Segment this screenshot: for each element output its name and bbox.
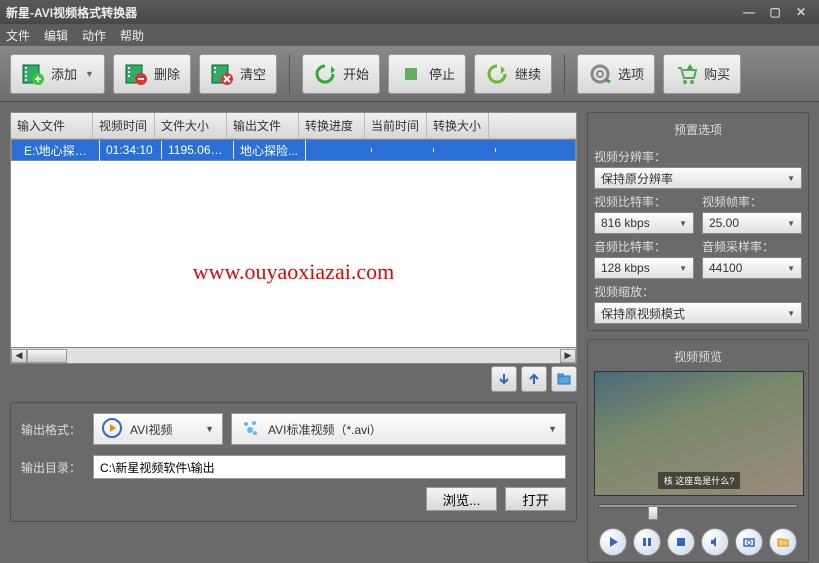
output-dir-label: 输出目录：: [21, 459, 85, 476]
scroll-thumb[interactable]: [27, 349, 67, 363]
col-fsize[interactable]: 文件大小: [155, 113, 227, 138]
preset-title: 预置选项: [594, 119, 802, 144]
col-output[interactable]: 输出文件: [227, 113, 299, 138]
scroll-right-icon[interactable]: ▶: [560, 349, 576, 363]
refresh-icon: [313, 62, 337, 86]
chevron-down-icon: ▼: [205, 424, 214, 434]
preview-slider[interactable]: [598, 504, 798, 520]
menu-edit[interactable]: 编辑: [44, 27, 68, 44]
stop-button[interactable]: 停止: [388, 54, 466, 94]
film-delete-icon: [124, 62, 148, 86]
options-label: 选项: [618, 64, 644, 83]
col-ctime[interactable]: 当前时间: [365, 113, 427, 138]
menubar: 文件 编辑 动作 帮助: [0, 24, 819, 46]
asample-select[interactable]: 44100▼: [702, 257, 802, 279]
stop-preview-button[interactable]: [667, 528, 695, 556]
output-format-select[interactable]: AVI视频 ▼: [93, 413, 223, 445]
abitrate-label: 音频比特率：: [594, 238, 694, 255]
col-progress[interactable]: 转换进度: [299, 113, 365, 138]
grid-hscroll[interactable]: ◀ ▶: [10, 348, 577, 364]
app-title: 新星-AVI视频格式转换器: [6, 4, 137, 21]
asample-label: 音频采样率：: [702, 238, 802, 255]
grid-header: 输入文件 视频时间 文件大小 输出文件 转换进度 当前时间 转换大小: [11, 113, 576, 139]
delete-label: 删除: [154, 64, 180, 83]
clear-label: 清空: [240, 64, 266, 83]
options-button[interactable]: 选项: [577, 54, 655, 94]
col-vtime[interactable]: 视频时间: [93, 113, 155, 138]
start-label: 开始: [343, 64, 369, 83]
play-icon: [102, 418, 122, 441]
col-csize[interactable]: 转换大小: [427, 113, 489, 138]
stop-label: 停止: [429, 64, 455, 83]
scroll-left-icon[interactable]: ◀: [11, 349, 27, 363]
chevron-down-icon: ▼: [548, 424, 557, 434]
fps-label: 视频帧率：: [702, 193, 802, 210]
preset-panel: 预置选项 视频分辨率： 保持原分辨率▼ 视频比特率： 816 kbps▼ 视频帧…: [587, 112, 809, 331]
menu-action[interactable]: 动作: [82, 27, 106, 44]
buy-label: 购买: [704, 64, 730, 83]
start-button[interactable]: 开始: [302, 54, 380, 94]
buy-button[interactable]: 购买: [663, 54, 741, 94]
vbitrate-select[interactable]: 816 kbps▼: [594, 212, 694, 234]
continue-icon: [485, 62, 509, 86]
continue-button[interactable]: 继续: [474, 54, 552, 94]
output-dir-input[interactable]: [93, 455, 566, 479]
cart-icon: [674, 62, 698, 86]
preview-title: 视频预览: [594, 346, 802, 371]
fps-select[interactable]: 25.00▼: [702, 212, 802, 234]
film-clear-icon: [210, 62, 234, 86]
snapshot-button[interactable]: [735, 528, 763, 556]
film-add-icon: [21, 62, 45, 86]
sparkle-icon: [240, 418, 260, 441]
continue-label: 继续: [515, 64, 541, 83]
subtitle-text: 核 这座岛是什么?: [658, 472, 741, 489]
move-down-button[interactable]: [491, 366, 517, 392]
watermark: www.ouyaoxiazai.com: [193, 259, 394, 285]
slider-thumb[interactable]: [648, 506, 658, 520]
pause-button[interactable]: [633, 528, 661, 556]
output-subformat-select[interactable]: AVI标准视频（*.avi） ▼: [231, 413, 566, 445]
menu-file[interactable]: 文件: [6, 27, 30, 44]
move-up-button[interactable]: [521, 366, 547, 392]
open-button[interactable]: 打开: [505, 487, 566, 511]
preview-panel: 视频预览 核 这座岛是什么?: [587, 339, 809, 563]
clear-button[interactable]: 清空: [199, 54, 277, 94]
file-grid: 输入文件 视频时间 文件大小 输出文件 转换进度 当前时间 转换大小 E:\地心…: [10, 112, 577, 348]
scale-label: 视频缩放：: [594, 283, 802, 300]
delete-button[interactable]: 删除: [113, 54, 191, 94]
table-row[interactable]: E:\地心探险... 01:34:10 1195.06MB 地心探险...: [11, 139, 576, 161]
minimize-button[interactable]: —: [737, 3, 761, 21]
toolbar: 添加 ▼ 删除 清空 开始 停止 继续 选项 购买: [0, 46, 819, 102]
col-input[interactable]: 输入文件: [11, 113, 93, 138]
output-panel: 输出格式： AVI视频 ▼ AVI标准视频（*.avi） ▼ 输出目录： 浏览.…: [10, 402, 577, 522]
add-label: 添加: [51, 64, 77, 83]
chevron-down-icon: ▼: [85, 69, 94, 79]
close-button[interactable]: ✕: [789, 3, 813, 21]
browse-button[interactable]: 浏览...: [426, 487, 498, 511]
stop-icon: [399, 62, 423, 86]
add-button[interactable]: 添加 ▼: [10, 54, 105, 94]
vbitrate-label: 视频比特率：: [594, 193, 694, 210]
resolution-label: 视频分辨率：: [594, 148, 802, 165]
gear-icon: [588, 62, 612, 86]
menu-help[interactable]: 帮助: [120, 27, 144, 44]
abitrate-select[interactable]: 128 kbps▼: [594, 257, 694, 279]
play-button[interactable]: [599, 528, 627, 556]
output-format-label: 输出格式：: [21, 421, 85, 438]
open-folder-button[interactable]: [769, 528, 797, 556]
volume-button[interactable]: [701, 528, 729, 556]
scale-select[interactable]: 保持原视频模式▼: [594, 302, 802, 324]
maximize-button[interactable]: ▢: [763, 3, 787, 21]
folder-button[interactable]: [551, 366, 577, 392]
resolution-select[interactable]: 保持原分辨率▼: [594, 167, 802, 189]
preview-area: 核 这座岛是什么?: [594, 371, 804, 496]
titlebar: 新星-AVI视频格式转换器 — ▢ ✕: [0, 0, 819, 24]
